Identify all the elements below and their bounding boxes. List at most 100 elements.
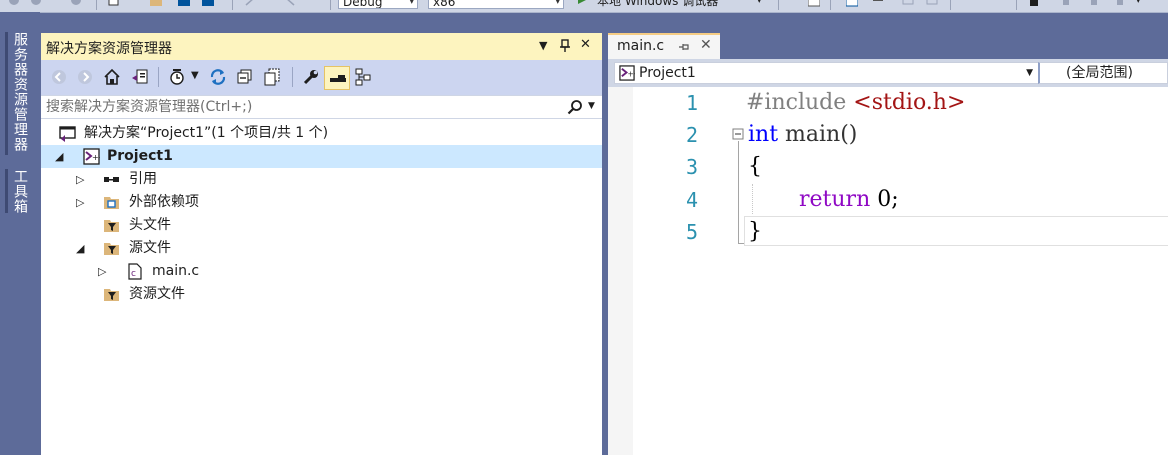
prev-bookmark-icon[interactable] [1060,0,1072,7]
search-icon[interactable] [567,99,583,115]
filter-folder-icon [104,220,119,232]
tab-toolbox[interactable]: 工具箱 [9,169,31,214]
project-dropdown[interactable]: ++ Project1 ▼ [614,62,1039,84]
back-icon[interactable] [50,68,68,86]
back-icon[interactable] [8,0,20,7]
show-all-files-icon[interactable] [263,68,281,86]
solution-explorer-toolbar: ▼ [41,60,602,95]
collapsed-arrow-icon[interactable]: ▷ [76,196,84,209]
forward-icon[interactable] [76,68,94,86]
tree-item-resource-files[interactable]: 资源文件 [41,283,602,306]
pending-changes-filter-icon[interactable] [168,68,186,86]
indicator-margin[interactable] [608,87,633,455]
return-keyword: return [799,187,871,212]
tree-item-label: main.c [152,263,200,279]
solution-icon [59,126,76,142]
c-file-icon: c [128,263,142,280]
start-debugging-icon[interactable] [576,0,588,6]
platform-value: x86 [433,0,456,9]
class-diagram-icon[interactable] [354,68,372,86]
solution-search-input[interactable] [46,98,546,116]
code-line-2: int main() [748,119,857,151]
code-line-5: } [748,216,762,248]
scope-dropdown[interactable]: (全局范围) [1038,62,1168,84]
tree-item-main-c[interactable]: ▷ c main.c [41,260,602,283]
close-tab-icon[interactable]: ✕ [700,37,712,53]
next-bookmark-icon[interactable] [1088,0,1100,7]
outdent-icon[interactable] [966,0,978,7]
open-brace: { [748,154,762,179]
editor-navigation-bar: ++ Project1 ▼ (全局范围) [608,59,1168,87]
undo-icon[interactable] [244,0,256,7]
save-icon[interactable] [178,0,190,7]
tab-server-explorer[interactable]: 服务器资源管理器 [9,32,31,152]
chevron-down-icon[interactable]: ▼ [588,101,595,111]
tree-item-label: 源文件 [129,240,171,256]
pin-icon[interactable] [559,39,571,53]
toolbar-separator [232,0,233,10]
chevron-down-icon[interactable]: ▾ [757,0,762,9]
tree-item-header-files[interactable]: 头文件 [41,214,602,237]
close-icon[interactable]: ✕ [580,37,591,52]
forward-icon[interactable] [30,0,42,7]
line-number: 4 [685,188,698,212]
chevron-down-icon: ▼ [1026,68,1033,78]
solution-search-box: ▼ [41,95,602,119]
expanded-arrow-icon[interactable]: ◢ [55,150,63,163]
preview-selected-items-button[interactable] [324,66,350,90]
format-icon[interactable] [872,0,884,7]
collapse-all-icon[interactable] [236,68,254,86]
properties-wrench-icon[interactable] [302,68,320,86]
toolbar-overflow-icon[interactable]: ▾ [1136,0,1141,9]
line-number: 1 [685,91,698,115]
start-debugging-button[interactable]: 本地 Windows 调试器 [597,0,718,9]
expanded-arrow-icon[interactable]: ◢ [76,242,84,255]
toolbar-separator [96,0,97,10]
new-project-icon[interactable] [108,0,120,7]
type-keyword: int [748,122,779,147]
tree-item-project[interactable]: ◢ ++ Project1 [41,145,602,168]
tree-item-label: 资源文件 [129,286,185,302]
collapsed-arrow-icon[interactable]: ▷ [76,173,84,186]
collapsed-arrow-icon[interactable]: ▷ [98,265,106,278]
solution-configuration-dropdown[interactable]: Debug ▾ [338,0,418,9]
tree-item-external-dependencies[interactable]: ▷ 外部依赖项 [41,191,602,214]
redo-icon[interactable] [284,0,296,7]
project-dropdown-value: Project1 [639,65,696,81]
chevron-down-icon[interactable]: ▼ [191,70,199,81]
code-line-1: #include <stdio.h> [746,87,965,119]
panel-title: 解决方案资源管理器 [46,41,172,57]
comment-icon[interactable] [902,0,914,7]
pin-icon[interactable] [678,42,690,52]
forward-arrow-icon[interactable] [70,0,82,7]
tree-item-solution[interactable]: 解决方案“Project1”(1 个项目/共 1 个) [41,122,602,145]
uncomment-icon[interactable] [926,0,938,7]
collapse-outline-icon[interactable] [732,128,744,140]
find-icon[interactable] [808,0,820,7]
toolbar-separator [158,67,159,87]
tree-item-source-files[interactable]: ◢ 源文件 [41,237,602,260]
window-position-icon[interactable]: ▼ [539,39,547,52]
home-icon[interactable] [103,68,121,86]
toolbar-separator [1016,0,1017,10]
tab-main-c[interactable]: main.c ✕ [608,33,720,59]
line-number: 2 [685,123,698,147]
indent-icon[interactable] [992,0,1004,7]
bookmark-icon[interactable] [1028,0,1040,7]
solution-platform-dropdown[interactable]: x86 ▾ [428,0,564,9]
return-value: 0; [870,187,899,212]
toolbar-separator [778,0,779,10]
save-all-icon[interactable] [202,0,214,7]
toolbar-separator [292,67,293,87]
open-folder-icon[interactable] [150,0,162,7]
sync-icon[interactable] [209,68,227,86]
tree-item-references[interactable]: ▷ 引用 [41,168,602,191]
svg-text:++: ++ [627,69,635,78]
window-icon[interactable] [846,0,858,7]
solution-explorer-title-bar[interactable]: 解决方案资源管理器 ▼ ✕ [41,33,602,60]
current-line-highlight [744,216,1168,246]
scope-dropdown-value: (全局范围) [1066,65,1133,81]
toolbar-separator [830,0,831,10]
clear-bookmarks-icon[interactable] [1114,0,1126,7]
switch-views-icon[interactable] [131,68,149,86]
